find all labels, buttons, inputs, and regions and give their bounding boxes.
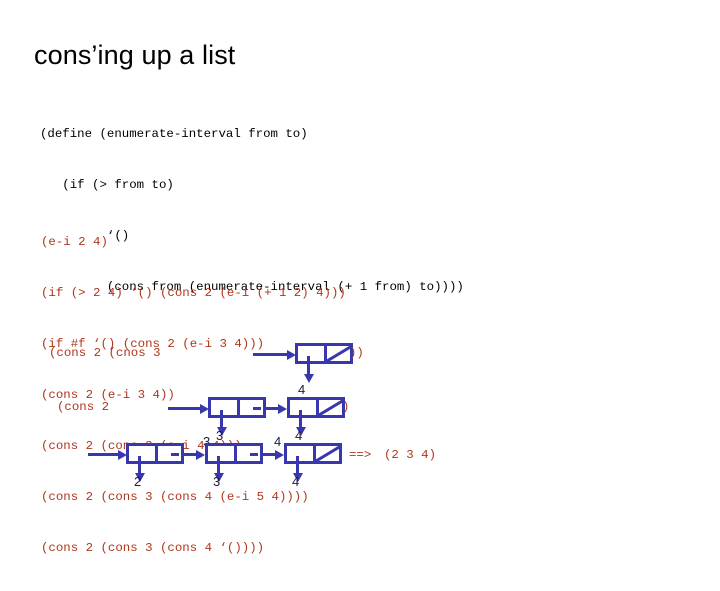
row-2-prefix-text: (cons 2	[57, 400, 110, 414]
pointer-arrow-between-cells	[263, 449, 284, 460]
cons-cell-divider	[155, 446, 158, 461]
nil-slash-icon	[314, 446, 342, 461]
cons-cell	[284, 443, 342, 464]
row-2-suffix-text: )	[342, 400, 350, 414]
result-value: (2 3 4)	[384, 448, 437, 462]
code-line: (if (> 2 4) ‘() (cons 2 (e-i (+ 1 2) 4))…	[41, 286, 346, 300]
cdr-stub	[253, 407, 261, 410]
diagram-row-3: 3 4 2 3 4 ==> (2 3 4)	[0, 434, 720, 494]
row-1-suffix-text: ))	[349, 346, 364, 360]
pointer-arrow-between-cells	[266, 403, 287, 414]
box-and-pointer-diagram: (cons 2 (cnos 3 )) (cons 2 4 3 4) 3 4 2…	[0, 330, 720, 520]
cdr-stub	[171, 453, 179, 456]
car-down-arrow	[303, 356, 314, 383]
slide-canvas: cons’ing up a list (define (enumerate-in…	[0, 0, 720, 555]
row-3-top-label-b: 4	[274, 434, 282, 449]
code-line: (e-i 2 4)	[41, 235, 108, 249]
cons-cell	[287, 397, 345, 418]
car-down-arrow	[134, 456, 145, 482]
cons-cell	[295, 343, 353, 364]
car-down-arrow	[292, 456, 303, 482]
pointer-arrow-between-cells	[184, 449, 205, 460]
nil-slash-icon	[317, 400, 345, 415]
code-line: (cons 2 (cons 3 (cons 4 ‘())))	[41, 541, 265, 555]
cell-label-car: 3	[213, 474, 221, 489]
car-down-arrow	[295, 410, 306, 436]
cons-cell-divider	[237, 400, 240, 415]
diagram-row-1: (cons 2 (cnos 3 ))	[0, 330, 720, 383]
car-down-arrow	[216, 410, 227, 436]
row-2-top-label: 4	[298, 382, 306, 397]
pointer-arrow-incoming	[253, 349, 296, 360]
cell-label-car: 4	[292, 474, 300, 489]
code-line: (define (enumerate-interval from to)	[40, 127, 308, 141]
pointer-arrow-incoming	[88, 449, 127, 460]
cons-cell-divider	[234, 446, 237, 461]
car-down-arrow	[213, 456, 224, 482]
result-arrow-glyph: ==>	[349, 448, 372, 462]
diagram-row-2: (cons 2 4 3 4 )	[0, 382, 720, 443]
row-1-prefix-text: (cons 2 (cnos 3	[49, 346, 161, 360]
page-title: cons’ing up a list	[34, 40, 236, 70]
pointer-arrow-incoming	[168, 403, 209, 414]
code-line: (if (> from to)	[40, 178, 174, 192]
cell-label-car: 2	[134, 474, 142, 489]
cdr-stub	[250, 453, 258, 456]
